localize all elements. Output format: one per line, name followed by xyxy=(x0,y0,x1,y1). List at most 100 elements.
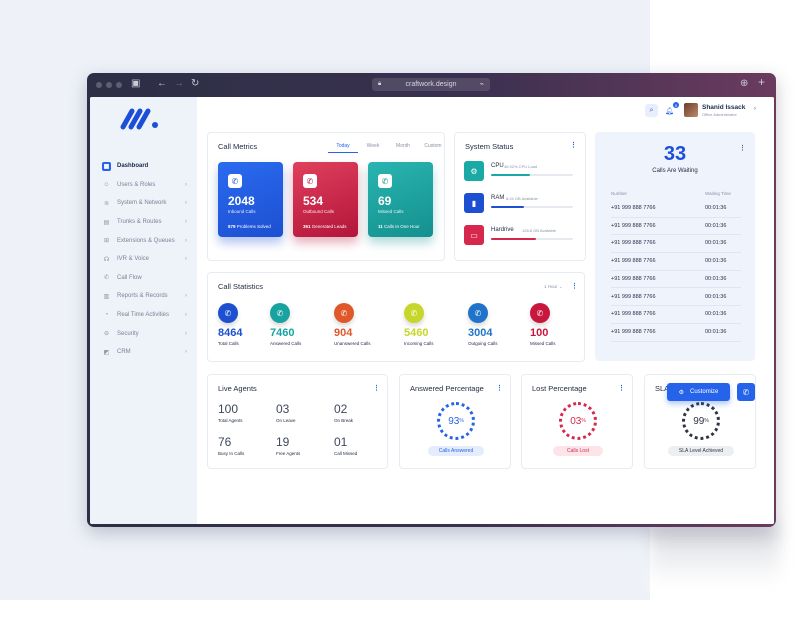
sidebar-item-extensions-queues[interactable]: ⊞ Extensions & Queues › xyxy=(102,231,192,250)
tab-week[interactable]: Week xyxy=(358,143,388,153)
table-row[interactable]: +91 999 888 7766 00:01:36 xyxy=(611,306,741,324)
sidebar-item-call-flow[interactable]: ✆ Call Flow xyxy=(102,269,192,288)
share-icon[interactable]: ⌁ xyxy=(480,78,484,91)
ram-icon: ▮ xyxy=(464,193,484,213)
waiting-time: 00:01:36 xyxy=(705,311,727,318)
sidebar-item-reports-records[interactable]: ▥ Reports & Records › xyxy=(102,287,192,306)
phone-icon: ✆ xyxy=(270,303,290,323)
calls-lost-pill: Calls Lost xyxy=(553,446,603,456)
chevron-right-icon: › xyxy=(185,330,187,337)
sidebar-toggle-icon[interactable]: ▣ xyxy=(131,78,140,90)
search-button[interactable]: ⌕ xyxy=(645,104,658,117)
window-minimize-dot[interactable] xyxy=(106,82,112,88)
forward-arrow-icon[interactable]: → xyxy=(174,78,184,90)
answered-ring: 93% xyxy=(437,402,475,440)
more-menu-icon[interactable]: ⋮ xyxy=(571,282,578,290)
back-arrow-icon[interactable]: ← xyxy=(157,78,167,90)
status-name: Hardrive xyxy=(491,227,514,233)
sla-ring: 99% xyxy=(682,402,720,440)
reload-icon[interactable]: ↻ xyxy=(191,78,199,90)
extension-icon: ⊞ xyxy=(103,238,110,245)
period-tabs: Today Week Month Custom xyxy=(328,143,448,153)
more-menu-icon[interactable]: ⋮ xyxy=(373,384,380,392)
stat-value: 7460 xyxy=(270,327,295,339)
phone-icon: ✆ xyxy=(334,303,354,323)
sidebar-item-label: Trunks & Routes xyxy=(117,219,162,226)
table-row[interactable]: +91 999 888 7766 00:01:36 xyxy=(611,200,741,218)
metric-footer-text: Problems Solved xyxy=(236,224,271,229)
waiting-number: +91 999 888 7766 xyxy=(611,328,656,335)
stat-value: 904 xyxy=(334,327,353,339)
table-row[interactable]: +91 999 888 7766 00:01:36 xyxy=(611,235,741,254)
agent-stat-label: On Break xyxy=(334,418,354,423)
waiting-number: +91 999 888 7766 xyxy=(611,222,656,229)
waiting-number: +91 999 888 7766 xyxy=(611,205,656,211)
metric-value: 69 xyxy=(378,194,392,208)
sidebar-item-real-time-activities[interactable]: ◔ Real Time Activities › xyxy=(102,306,192,325)
agent-stat-label: On Leave xyxy=(276,418,296,423)
table-row[interactable]: +91 999 888 7766 00:01:36 xyxy=(611,253,741,271)
tab-month[interactable]: Month xyxy=(388,143,418,153)
more-menu-icon[interactable]: ⋮ xyxy=(496,384,503,392)
stat-label: Answered Calls xyxy=(270,341,302,346)
sidebar-item-dashboard[interactable]: ▦ Dashboard xyxy=(102,157,192,176)
sidebar-item-crm[interactable]: ◩ CRM › xyxy=(102,343,192,362)
status-row-ram: ▮ RAM 8.24 GB Available xyxy=(464,193,574,213)
address-bar[interactable]: 🔒︎ craftwork.design ⌁ xyxy=(372,78,490,91)
metric-footer-text: Calls In One Hour xyxy=(384,224,420,229)
phone-icon: ✆ xyxy=(303,174,317,188)
window-close-dot[interactable] xyxy=(96,82,102,88)
chevron-right-icon[interactable]: › xyxy=(754,106,756,112)
call-button[interactable]: ✆ xyxy=(737,383,755,401)
table-row[interactable]: +91 999 888 7766 00:01:36 xyxy=(611,271,741,289)
more-menu-icon[interactable]: ⋮ xyxy=(570,141,577,149)
metric-tile[interactable]: ✆ 2048 Inbound Calls 879 Problems Solved xyxy=(218,162,283,237)
avatar[interactable] xyxy=(684,103,698,117)
table-row[interactable]: +91 999 888 7766 00:01:36 xyxy=(611,324,741,342)
agent-stat-value: 02 xyxy=(334,402,348,416)
range-select[interactable]: 1 Hour ⌄ xyxy=(544,284,563,290)
sidebar-item-label: IVR & Voice xyxy=(117,256,150,263)
call-metrics-card: Call Metrics Today Week Month Custom ✆ 2048 I… xyxy=(207,132,445,261)
sidebar-item-security[interactable]: ⊖ Security › xyxy=(102,324,192,343)
sidebar-item-label: Dashboard xyxy=(117,163,149,170)
download-icon[interactable]: ⊕ xyxy=(740,78,748,90)
waiting-number: +91 999 888 7766 xyxy=(611,258,656,265)
customize-button[interactable]: ⚙ Customize xyxy=(667,383,730,401)
search-icon: ⌕ xyxy=(649,106,654,114)
sidebar-item-label: Users & Roles xyxy=(117,181,156,188)
user-name[interactable]: Shanid Issack xyxy=(702,104,745,111)
bell-icon: 🔔︎ xyxy=(665,107,674,115)
window-maximize-dot[interactable] xyxy=(116,82,122,88)
gear-icon: ⚙ xyxy=(678,389,685,396)
sla-level-pill: SLA Level Achieved xyxy=(668,446,734,456)
metric-tile[interactable]: ✆ 69 Missed Calls 11 Calls In One Hour xyxy=(368,162,433,237)
waiting-time: 00:01:36 xyxy=(705,328,727,335)
sidebar-item-trunks-routes[interactable]: ▤ Trunks & Routes › xyxy=(102,213,192,232)
stat-label: Incoming Calls xyxy=(404,341,434,346)
status-name: CPU xyxy=(491,163,504,169)
sidebar-item-ivr-voice[interactable]: ☊ IVR & Voice › xyxy=(102,250,192,269)
tab-today[interactable]: Today xyxy=(328,143,358,153)
ivr-icon: ☊ xyxy=(103,256,110,263)
top-bar: ⌕ 🔔︎ 5 Shanid Issack Office Administrato… xyxy=(197,97,774,126)
lock-icon: 🔒︎ xyxy=(378,81,382,87)
status-bar-fill xyxy=(491,206,524,208)
sidebar-item-system-network[interactable]: ≋ System & Network › xyxy=(102,194,192,213)
more-menu-icon[interactable]: ⋮ xyxy=(618,384,625,392)
metric-tile[interactable]: ✆ 534 Outbound Calls 351 Generated Leads xyxy=(293,162,358,237)
lost-unit: % xyxy=(581,418,586,424)
table-row[interactable]: +91 999 888 7766 00:01:36 xyxy=(611,289,741,307)
status-sub: 128.8 GB Available xyxy=(522,228,556,233)
sidebar-item-users-roles[interactable]: ☺ Users & Roles › xyxy=(102,176,192,195)
call-statistics-card: Call Statistics 1 Hour ⌄ ⋮ ✆ 8464 Total Ca… xyxy=(207,272,585,362)
metric-value: 534 xyxy=(303,194,324,208)
metric-footer-number: 351 xyxy=(303,224,311,229)
sidebar-item-label: CRM xyxy=(117,349,131,356)
status-bar-fill xyxy=(491,238,537,240)
browser-toolbar: ▣ ← → ↻ 🔒︎ craftwork.design ⌁ ⊕ + xyxy=(87,73,776,95)
cpu-icon: ⚙ xyxy=(464,161,484,181)
table-row[interactable]: +91 999 888 7766 00:01:36 xyxy=(611,218,741,236)
new-tab-icon[interactable]: + xyxy=(758,76,765,88)
tab-custom[interactable]: Custom xyxy=(418,143,448,153)
